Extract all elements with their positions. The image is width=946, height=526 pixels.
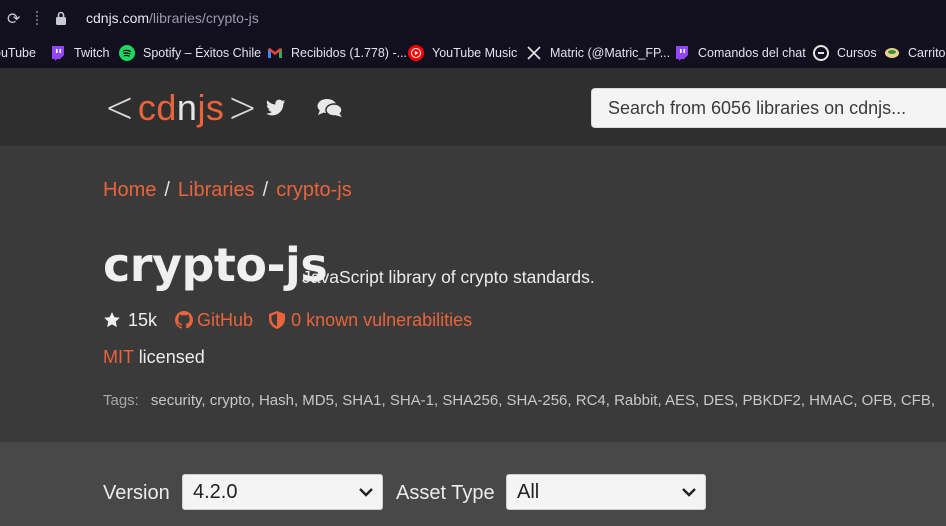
filter-bar: Version 4.2.0 Asset Type All: [0, 442, 946, 526]
bookmark-twitch[interactable]: Twitch: [50, 44, 109, 62]
asset-type-label: Asset Type: [396, 482, 495, 504]
version-label: Version: [103, 482, 170, 504]
gmail-icon: [268, 48, 282, 58]
github-icon[interactable]: [175, 311, 194, 329]
twitch-icon: [676, 46, 688, 61]
shield-icon: [269, 311, 286, 329]
library-title: crypto-js: [103, 238, 328, 292]
url-path: /libraries/crypto-js: [149, 10, 259, 26]
chevron-down-icon: [682, 488, 696, 497]
logo-bracket-right: >: [228, 82, 258, 133]
vulnerabilities-link[interactable]: 0 known vulnerabilities: [291, 310, 472, 331]
bookmark-label: Spotify – Éxitos Chile: [143, 46, 262, 60]
bookmark-label: Matric (@Matric_FP...: [550, 46, 671, 60]
edx-icon: [813, 45, 829, 61]
chevron-down-icon: [359, 488, 373, 497]
browser-address-bar: ⟳ cdnjs.com/libraries/crypto-js: [0, 0, 946, 38]
logo-text-n: n: [176, 87, 198, 128]
breadcrumb: Home / Libraries / crypto-js: [103, 179, 352, 202]
bookmark-x[interactable]: Matric (@Matric_FP...: [526, 44, 670, 62]
breadcrumb-libraries-link[interactable]: Libraries: [178, 179, 255, 201]
github-link[interactable]: GitHub: [197, 310, 253, 331]
cdnjs-logo[interactable]: < cd n js >: [101, 82, 261, 133]
chat-icon[interactable]: [317, 98, 343, 118]
divider: [36, 11, 38, 25]
breadcrumb-current-link[interactable]: crypto-js: [276, 179, 352, 201]
bookmark-chat-commands[interactable]: Comandos del chat: [674, 44, 806, 62]
lock-icon[interactable]: [55, 11, 67, 25]
site-header: < cd n js >: [0, 68, 946, 146]
twitch-icon: [52, 46, 64, 61]
tags-list: security, crypto, Hash, MD5, SHA1, SHA-1…: [150, 392, 935, 409]
bookmark-spotify[interactable]: Spotify – Éxitos Chile: [119, 44, 261, 62]
bookmark-label: Cursos: [837, 46, 877, 60]
license-suffix: licensed: [138, 347, 205, 367]
library-meta: 15k GitHub 0 known vulnerabilities: [103, 309, 472, 331]
bookmark-label: Carrito: [908, 46, 946, 60]
bookmark-label: ouTube: [0, 46, 36, 60]
license-link[interactable]: MIT: [103, 347, 134, 367]
bookmark-gmail[interactable]: Recibidos (1.778) -...: [267, 44, 407, 62]
license-line: MIT licensed: [103, 347, 205, 368]
bookmark-youtube-music[interactable]: YouTube Music: [408, 44, 517, 62]
cart-icon: [885, 48, 899, 58]
breadcrumb-home-link[interactable]: Home: [103, 179, 156, 201]
bookmark-label: YouTube Music: [432, 46, 518, 60]
library-info-section: Home / Libraries / crypto-js crypto-js JavaS…: [0, 146, 946, 442]
bookmark-carrito[interactable]: Carrito: [884, 44, 946, 62]
spotify-icon: [119, 45, 135, 61]
url-text[interactable]: cdnjs.com/libraries/crypto-js: [86, 10, 259, 26]
twitter-icon[interactable]: [266, 99, 286, 117]
bookmarks-bar: ouTube Twitch Spotify – Éxitos Chile Rec…: [0, 38, 946, 68]
tags-label: Tags:: [103, 392, 139, 409]
logo-text-cd: cd: [137, 87, 177, 128]
version-select[interactable]: 4.2.0: [182, 474, 383, 510]
breadcrumb-separator: /: [164, 179, 170, 201]
url-host: cdnjs.com: [86, 10, 150, 26]
logo-bracket-left: <: [104, 82, 135, 133]
reload-icon[interactable]: ⟳: [7, 9, 25, 28]
star-icon: [104, 312, 120, 328]
library-search-input[interactable]: [591, 88, 946, 128]
version-select-value: 4.2.0: [193, 480, 238, 503]
bookmark-label: Comandos del chat: [698, 46, 806, 60]
tags-line: Tags: security, crypto, Hash, MD5, SHA1, …: [103, 392, 935, 409]
youtube-music-icon: [408, 45, 424, 61]
x-icon: [527, 46, 541, 60]
asset-type-select[interactable]: All: [506, 474, 706, 510]
bookmark-cursos[interactable]: Cursos: [813, 44, 877, 62]
bookmark-youtube[interactable]: ouTube: [0, 44, 36, 62]
breadcrumb-separator: /: [262, 179, 269, 201]
bookmark-label: Twitch: [74, 46, 110, 60]
bookmark-label: Recibidos (1.778) -...: [291, 46, 408, 60]
star-count: 15k: [128, 309, 158, 330]
library-description: JavaScript library of crypto standards.: [302, 267, 595, 287]
logo-text-js: js: [197, 87, 225, 128]
asset-type-select-value: All: [517, 480, 540, 503]
